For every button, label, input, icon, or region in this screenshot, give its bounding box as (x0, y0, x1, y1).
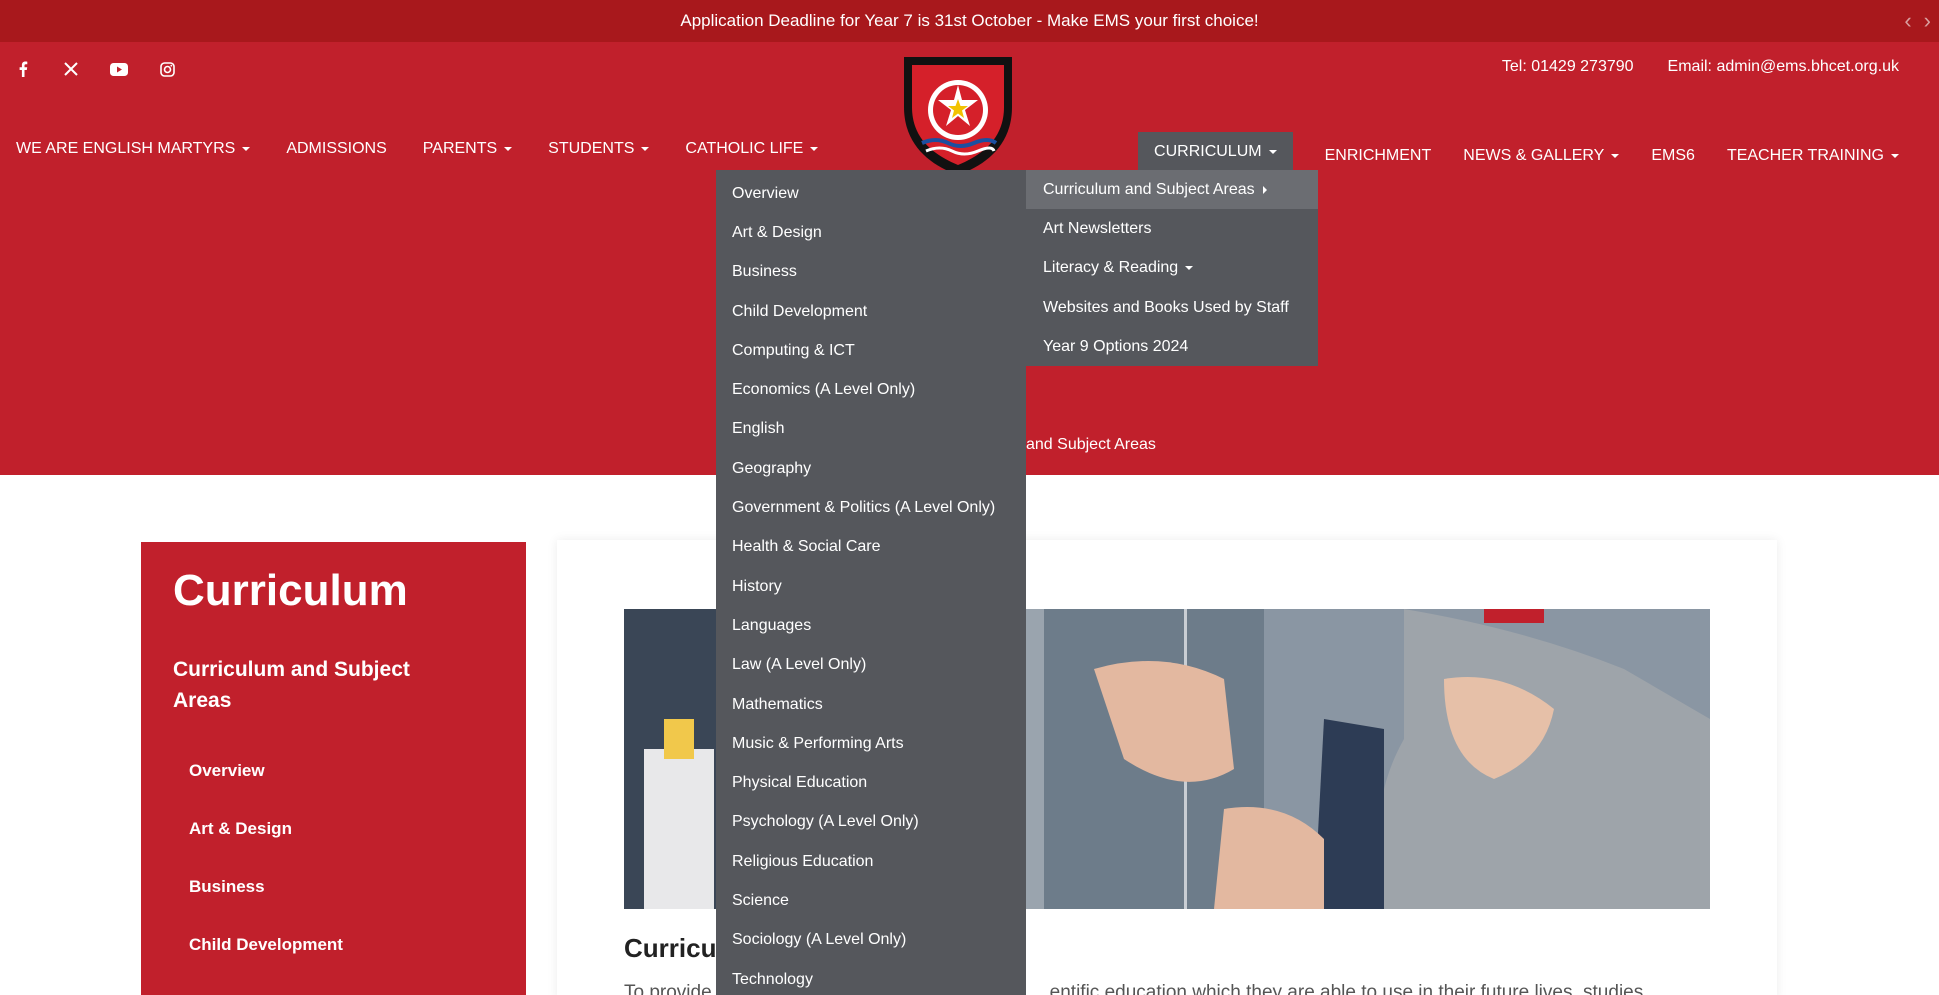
facebook-icon[interactable] (12, 58, 34, 80)
x-icon[interactable] (60, 58, 82, 80)
contact-info: Tel: 01429 273790 Email: admin@ems.bhcet… (1502, 58, 1899, 76)
dropdown-item-economics[interactable]: Economics (A Level Only) (716, 370, 1026, 409)
social-links (12, 58, 178, 80)
dropdown-item-physical-education[interactable]: Physical Education (716, 763, 1026, 802)
dropdown-item-music-performing-arts[interactable]: Music & Performing Arts (716, 724, 1026, 763)
content-text-left: To provide (624, 982, 712, 995)
caret-down-icon (641, 147, 650, 151)
dropdown-item-languages[interactable]: Languages (716, 606, 1026, 645)
dropdown-item-computing-ict[interactable]: Computing & ICT (716, 331, 1026, 370)
caret-down-icon (1891, 154, 1899, 158)
dropdown-item-literacy-reading[interactable]: Literacy & Reading (1026, 249, 1318, 288)
main-nav-left: WE ARE ENGLISH MARTYRS ADMISSIONS PARENT… (16, 140, 819, 158)
dropdown-item-health-social-care[interactable]: Health & Social Care (716, 528, 1026, 567)
dropdown-item-english[interactable]: English (716, 410, 1026, 449)
sidebar-item-business[interactable]: Business (189, 858, 494, 916)
curriculum-sidebar: Curriculum Curriculum and Subject Areas … (141, 542, 526, 995)
nav-we-are-english-martyrs[interactable]: WE ARE ENGLISH MARTYRS (16, 140, 251, 158)
dropdown-item-art-design[interactable]: Art & Design (716, 213, 1026, 252)
dropdown-item-technology[interactable]: Technology (716, 960, 1026, 995)
curriculum-subjects-dropdown: Overview Art & Design Business Child Dev… (716, 170, 1026, 995)
announcement-text[interactable]: Application Deadline for Year 7 is 31st … (680, 11, 1258, 31)
sidebar-item-child-development[interactable]: Child Development (189, 916, 494, 974)
email-link[interactable]: Email: admin@ems.bhcet.org.uk (1668, 58, 1899, 76)
dropdown-item-psychology[interactable]: Psychology (A Level Only) (716, 803, 1026, 842)
dropdown-item-law[interactable]: Law (A Level Only) (716, 646, 1026, 685)
sidebar-list: Overview Art & Design Business Child Dev… (189, 742, 494, 974)
nav-ems6[interactable]: EMS6 (1651, 147, 1695, 165)
caret-down-icon (1611, 154, 1620, 158)
sidebar-item-art-design[interactable]: Art & Design (189, 800, 494, 858)
caret-down-icon (810, 147, 819, 151)
curriculum-dropdown: Curriculum and Subject Areas Art Newslet… (1026, 170, 1318, 366)
nav-enrichment[interactable]: ENRICHMENT (1325, 147, 1432, 165)
youtube-icon[interactable] (108, 58, 130, 80)
dropdown-item-websites-books[interactable]: Websites and Books Used by Staff (1026, 288, 1318, 327)
dropdown-item-history[interactable]: History (716, 567, 1026, 606)
nav-catholic-life[interactable]: CATHOLIC LIFE (685, 140, 819, 158)
sidebar-item-overview[interactable]: Overview (189, 742, 494, 800)
breadcrumb[interactable]: and Subject Areas (1026, 436, 1156, 454)
sidebar-title: Curriculum (173, 566, 408, 615)
chevron-left-icon[interactable]: ‹ (1904, 8, 1911, 34)
dropdown-item-business[interactable]: Business (716, 253, 1026, 292)
caret-down-icon (1185, 266, 1194, 271)
chevron-right-icon[interactable]: › (1924, 8, 1931, 34)
instagram-icon[interactable] (156, 58, 178, 80)
dropdown-item-mathematics[interactable]: Mathematics (716, 685, 1026, 724)
nav-parents[interactable]: PARENTS (423, 140, 513, 158)
phone-link[interactable]: Tel: 01429 273790 (1502, 58, 1634, 76)
caret-down-icon (504, 147, 513, 151)
dropdown-item-religious-education[interactable]: Religious Education (716, 842, 1026, 881)
sidebar-subtitle[interactable]: Curriculum and Subject Areas (173, 654, 463, 716)
dropdown-item-child-development[interactable]: Child Development (716, 292, 1026, 331)
dropdown-item-geography[interactable]: Geography (716, 449, 1026, 488)
nav-curriculum[interactable]: CURRICULUM (1138, 132, 1293, 172)
content-text-right: entific education which they are able to… (1049, 982, 1644, 995)
dropdown-item-government-politics[interactable]: Government & Politics (A Level Only) (716, 488, 1026, 527)
dropdown-item-year9-options[interactable]: Year 9 Options 2024 (1026, 328, 1318, 367)
announcement-controls: ‹ › (1904, 0, 1931, 42)
nav-students[interactable]: STUDENTS (548, 140, 650, 158)
school-crest-logo[interactable] (896, 55, 1020, 175)
nav-admissions[interactable]: ADMISSIONS (286, 140, 386, 158)
caret-right-icon (1262, 185, 1267, 194)
caret-down-icon (1268, 150, 1277, 154)
dropdown-item-sociology[interactable]: Sociology (A Level Only) (716, 921, 1026, 960)
nav-news-gallery[interactable]: NEWS & GALLERY (1463, 147, 1620, 165)
dropdown-item-art-newsletters[interactable]: Art Newsletters (1026, 209, 1318, 248)
caret-down-icon (242, 147, 251, 151)
content-heading: Curricu (624, 933, 717, 963)
dropdown-item-curriculum-subject-areas[interactable]: Curriculum and Subject Areas (1026, 170, 1318, 210)
announcement-bar: Application Deadline for Year 7 is 31st … (0, 0, 1939, 42)
main-nav-right: CURRICULUM ENRICHMENT NEWS & GALLERY EMS… (1138, 132, 1899, 172)
dropdown-item-science[interactable]: Science (716, 881, 1026, 920)
dropdown-item-overview[interactable]: Overview (716, 174, 1026, 213)
nav-teacher-training[interactable]: TEACHER TRAINING (1727, 147, 1899, 165)
